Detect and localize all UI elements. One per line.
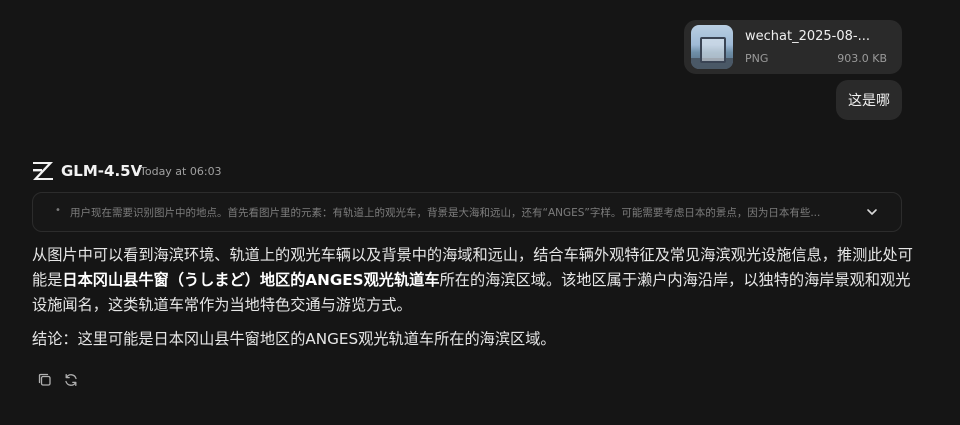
attachment-card[interactable]: wechat_2025-08-... PNG 903.0 KB bbox=[684, 20, 902, 74]
answer-conclusion: 结论：这里可能是日本冈山县牛窗地区的ANGES观光轨道车所在的海滨区域。 bbox=[32, 330, 556, 348]
copy-icon[interactable] bbox=[37, 372, 53, 388]
thumbnail-railcar bbox=[700, 37, 726, 63]
thinking-summary: 用户现在需要识别图片中的地点。首先看图片里的元素：有轨道上的观光车，背景是大海和… bbox=[70, 207, 821, 219]
user-message-bubble: 这是哪 bbox=[836, 80, 902, 120]
attachment-thumbnail[interactable] bbox=[691, 25, 733, 69]
chat-page: wechat_2025-08-... PNG 903.0 KB 这是哪 GLM-… bbox=[0, 0, 960, 425]
attachment-file-name: wechat_2025-08-... bbox=[745, 29, 870, 44]
attachment-file-type: PNG bbox=[745, 52, 769, 65]
user-message-text: 这是哪 bbox=[848, 93, 890, 109]
bullet-icon: • bbox=[55, 205, 61, 216]
refresh-icon[interactable] bbox=[63, 372, 79, 388]
answer-highlight: 日本冈山县牛窗（うしまど）地区的ANGES观光轨道车 bbox=[62, 271, 440, 289]
thinking-collapsible[interactable]: • 用户现在需要识别图片中的地点。首先看图片里的元素：有轨道上的观光车，背景是大… bbox=[32, 192, 902, 232]
answer-paragraph: 从图片中可以看到海滨环境、轨道上的观光车辆以及背景中的海域和远山，结合车辆外观特… bbox=[32, 243, 922, 318]
chevron-down-icon[interactable] bbox=[865, 205, 879, 219]
assistant-answer: 从图片中可以看到海滨环境、轨道上的观光车辆以及背景中的海域和远山，结合车辆外观特… bbox=[32, 243, 922, 352]
model-name: GLM-4.5V bbox=[61, 162, 143, 180]
message-timestamp: Today at 06:03 bbox=[140, 165, 222, 178]
z-logo-icon bbox=[33, 162, 53, 180]
attachment-file-size: 903.0 KB bbox=[837, 52, 887, 65]
